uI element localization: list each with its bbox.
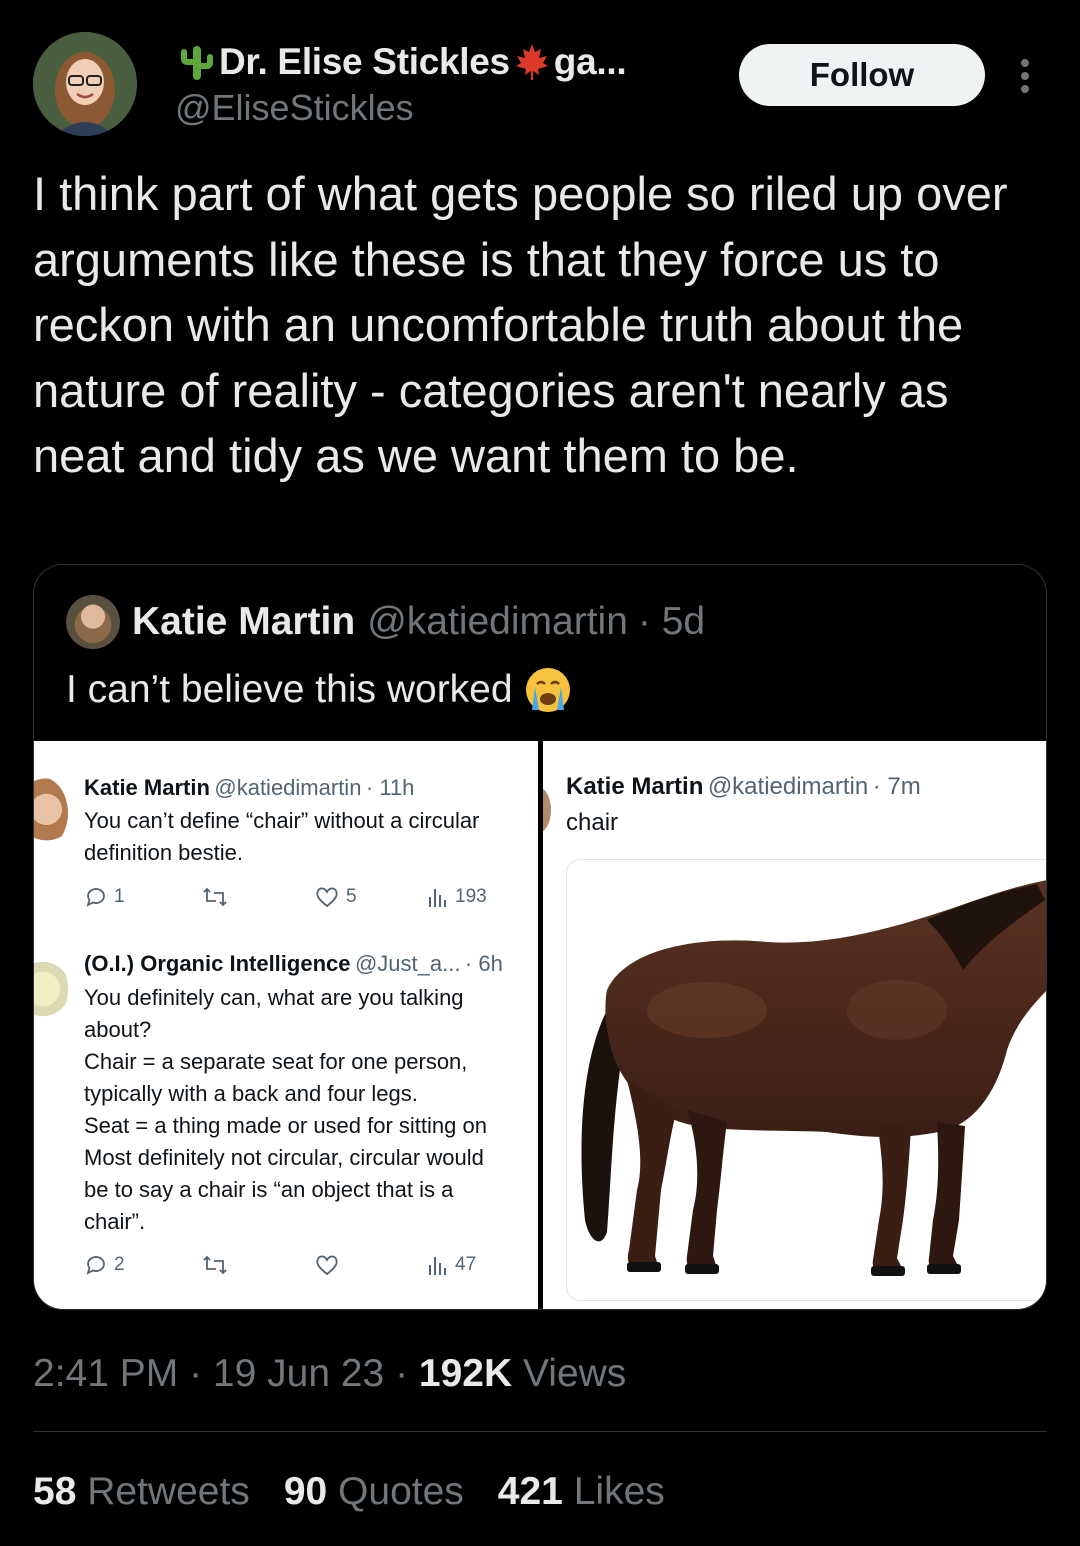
quoted-tweet-card[interactable]: Katie Martin @katiedimartin · 5d I can’t… [33,564,1047,1310]
follow-button[interactable]: Follow [739,44,985,106]
like-icon [316,1255,338,1276]
author-name-suffix: ga... [553,41,627,82]
more-icon[interactable] [1010,56,1040,96]
inner-avatar-katie-2 [543,787,551,833]
inner-tweet1-replies: 1 [114,886,125,907]
inner-tweet1-retweet [202,885,234,909]
inner-tweet2-like [314,1253,346,1277]
inner-tweet2-line: be to say a chair is “an object that is … [84,1177,454,1202]
retweet-icon [203,1255,227,1275]
quotes-count: 90 [283,1470,328,1513]
likes-stat[interactable]: 421 Likes [498,1470,665,1514]
inner-right-text: chair [566,809,619,836]
crying-face-emoji [523,665,573,715]
tweet-time[interactable]: 2:41 PM [33,1352,178,1395]
inner-tweet2-retweet [202,1253,234,1277]
inner-tweet2-handle: @Just_a... [354,951,461,976]
inner-tweet1-line1: You can’t define “chair” without a circu… [84,808,480,833]
author-handle[interactable]: @EliseStickles [175,87,414,129]
inner-tweet2-line: about? [84,1017,152,1042]
inner-tweet2-reply: 2 [84,1253,125,1277]
inner-tweet2-age: · 6h [464,951,503,976]
reply-icon [86,888,105,907]
inner-right-handle: @katiedimartin [707,773,869,800]
inner-tweet2-replies: 2 [114,1254,125,1275]
inner-tweet1-views: 193 [427,885,487,909]
reply-icon [86,1256,105,1275]
inner-tweet2-views: 47 [427,1253,476,1277]
tweet-meta: 2:41 PM · 19 Jun 23 · 192K Views [33,1352,627,1395]
likes-label: Likes [573,1470,665,1513]
tweet-date[interactable]: 19 Jun 23 [213,1352,384,1395]
tweet-stats: 58 Retweets 90 Quotes 421 Likes [33,1470,665,1514]
inner-tweet1-reply: 1 [84,885,125,909]
views-icon [429,1257,446,1275]
retweets-stat[interactable]: 58 Retweets [33,1470,250,1514]
inner-tweet2-line: Most definitely not circular, circular w… [84,1145,484,1170]
tweet-text: I think part of what gets people so rile… [33,167,1008,482]
retweet-icon [203,887,227,907]
right-attached-image[interactable]: Katie Martin @katiedimartin · 7m chair [543,741,1046,1309]
author-avatar[interactable] [33,32,137,136]
tweet-views-count: 192K [418,1352,513,1395]
inner-tweet2-line: chair”. [84,1209,146,1234]
inner-avatar-katie [34,777,68,849]
inner-tweet1-age: · 11h [365,775,415,800]
quoted-author-name[interactable]: Katie Martin [132,600,355,644]
left-attached-image[interactable]: Katie Martin @katiedimartin · 11h You ca… [34,741,538,1309]
inner-tweet2-line: Chair = a separate seat for one person, [84,1049,468,1074]
likes-count: 421 [497,1470,563,1513]
author-display-name[interactable]: Dr. Elise Stickles [219,41,510,83]
retweets-count: 58 [33,1470,77,1513]
views-icon [429,889,446,907]
inner-tweet2-name: (O.I.) Organic Intelligence [84,951,351,976]
inner-tweet1-name: Katie Martin [84,775,210,800]
quoted-tweet-text-row: I can’t believe this worked [66,665,573,715]
inner-right-name: Katie Martin [566,773,704,800]
quotes-label: Quotes [338,1470,464,1513]
quoted-tweet-text: I can’t believe this worked [66,668,513,711]
inner-tweet2-line: You definitely can, what are you talking [84,985,464,1010]
tweet-views-label: Views [522,1352,627,1395]
quoted-author-avatar[interactable] [66,595,120,649]
quoted-tweet-age: · 5d [637,600,706,643]
inner-avatar-oi [34,951,68,1027]
inner-tweet1-line2: definition bestie. [84,840,243,865]
quoted-author-handle: @katiedimartin [367,600,628,643]
author-name-row[interactable]: Dr. Elise Stickles ga... [175,38,627,86]
inner-right-age: · 7m [872,773,921,800]
retweets-label: Retweets [87,1470,250,1513]
inner-tweet2-line: Seat = a thing made or used for sitting … [84,1113,487,1138]
inner-tweet1-handle: @katiedimartin [214,775,362,800]
cactus-emoji [179,42,215,82]
maple-leaf-emoji [514,42,550,82]
horse-photo [566,859,1046,1301]
inner-tweet2-line: typically with a back and four legs. [84,1081,418,1106]
inner-tweet1-like: 5 [314,885,357,909]
inner-tweet1-views-count: 193 [455,886,487,907]
quotes-stat[interactable]: 90 Quotes [284,1470,464,1514]
inner-tweet2-views-count: 47 [455,1254,477,1275]
inner-tweet1-likes: 5 [346,886,357,907]
divider [33,1431,1047,1432]
quoted-tweet-header: Katie Martin @katiedimartin · 5d [132,595,705,649]
like-icon [316,887,338,908]
